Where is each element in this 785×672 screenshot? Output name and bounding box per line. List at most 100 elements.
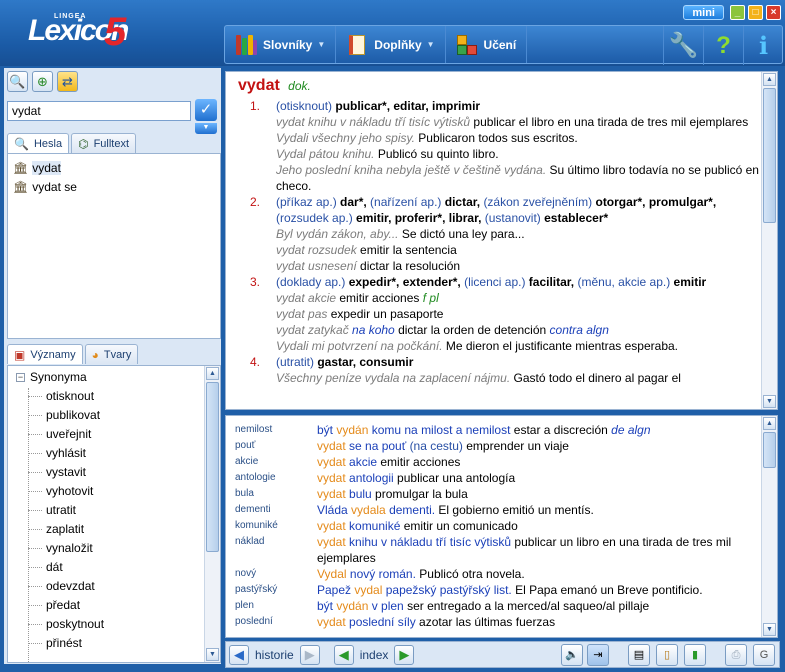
list-item[interactable]: 🏛 vydat se (8, 177, 220, 196)
collocation-row[interactable]: poslední vydat poslední síly azotar las ú… (235, 614, 760, 630)
tree-root-synonyma[interactable]: − Synonyma (16, 368, 203, 387)
mini-mode-button[interactable]: mini (683, 5, 724, 20)
tab-vyznamy[interactable]: ▣ Významy (7, 344, 83, 364)
collapse-icon[interactable]: − (16, 373, 25, 382)
collocation-row[interactable]: akcie vydat akcie emitir acciones (235, 454, 760, 470)
tree-item[interactable]: zaplatit (16, 520, 203, 539)
collocation-row[interactable]: dementi Vláda vydala dementi. El gobierno… (235, 502, 760, 518)
tree-item[interactable]: poskytnout (16, 615, 203, 634)
tree-item[interactable]: uveřejnit (16, 425, 203, 444)
scroll-thumb[interactable] (763, 432, 776, 468)
collocation-key[interactable]: poslední (235, 614, 317, 630)
collocation-key[interactable]: bula (235, 486, 317, 502)
scroll-down-icon[interactable]: ▼ (763, 395, 776, 408)
tab-tvary[interactable]: ◕ Tvary (84, 344, 139, 364)
collocation-text: vydat poslední síly azotar las últimas f… (317, 614, 760, 630)
search-options-dropdown[interactable]: ▼ (195, 123, 217, 134)
collocation-row[interactable]: pouť vydat se na pouť (na cestu) emprende… (235, 438, 760, 454)
entry-sense: 2. (příkaz ap.) dar*, (nařízení ap.) dict… (238, 194, 760, 274)
scroll-thumb[interactable] (206, 382, 219, 552)
collocation-row[interactable]: plen být vydán v plen ser entregado a la … (235, 598, 760, 614)
collocation-key[interactable]: pouť (235, 438, 317, 454)
entry-pane: vydat dok. 1. (otisknout) publicar*, edit… (225, 71, 778, 410)
tree-item[interactable]: publikovat (16, 406, 203, 425)
collocation-key[interactable]: nový (235, 566, 317, 582)
layout-2-icon[interactable]: ▯ (656, 644, 678, 666)
headword: vydat (238, 77, 280, 94)
tree-item[interactable]: vyhlásit (16, 444, 203, 463)
swap-direction-icon[interactable]: ⇄ (57, 71, 78, 92)
collocation-key[interactable]: pastýřský (235, 582, 317, 598)
collocation-key[interactable]: akcie (235, 454, 317, 470)
scroll-up-icon[interactable]: ▲ (763, 73, 776, 86)
sense-text: contra algn (549, 323, 609, 337)
tree-item[interactable]: předat (16, 596, 203, 615)
scroll-up-icon[interactable]: ▲ (206, 367, 219, 380)
collocation-row[interactable]: náklad vydat knihu v nákladu tří tisíc vý… (235, 534, 760, 566)
tab-fulltext[interactable]: ⌬ Fulltext (71, 133, 137, 153)
history-forward-icon[interactable]: ▶ (299, 644, 320, 665)
scroll-down-icon[interactable]: ▼ (206, 648, 219, 661)
dictionary-entry-icon: 🏛 (13, 160, 29, 175)
synonyms-scrollbar[interactable]: ▲ ▼ (204, 366, 220, 662)
search-input[interactable] (7, 101, 191, 121)
collocation-key[interactable]: plen (235, 598, 317, 614)
collocation-row[interactable]: nový Vydal nový román. Publicó otra novel… (235, 566, 760, 582)
scroll-up-icon[interactable]: ▲ (763, 417, 776, 430)
tree-item[interactable]: vystavit (16, 463, 203, 482)
tree-item[interactable]: vyhotovit (16, 482, 203, 501)
menu-uceni[interactable]: Učení (446, 26, 528, 63)
tree-item[interactable]: přinést (16, 634, 203, 653)
collocation-row[interactable]: nemilost být vydán komu na milost a nemil… (235, 422, 760, 438)
collocation-key[interactable]: nemilost (235, 422, 317, 438)
collocation-row[interactable]: antologie vydat antologii publicar una an… (235, 470, 760, 486)
collocation-row[interactable]: bula vydat bulu promulgar la bula (235, 486, 760, 502)
print-icon[interactable]: ⎙ (725, 644, 747, 666)
wrench-icon[interactable]: 🔧 (663, 26, 703, 65)
layout-3-icon[interactable]: ▮ (684, 644, 706, 666)
sense-text: dictar la orden de detención (394, 323, 550, 337)
menu-doplnky[interactable]: Doplňky ▼ (336, 26, 446, 63)
index-back-icon[interactable]: ◀ (333, 644, 354, 665)
maximize-button[interactable]: □ (748, 5, 763, 20)
collocations-scrollbar[interactable]: ▲ ▼ (761, 416, 777, 637)
books-icon (235, 34, 257, 56)
entry-scrollbar[interactable]: ▲ ▼ (761, 72, 777, 409)
tree-item[interactable]: otisknout (16, 387, 203, 406)
collocation-segment: být (317, 423, 337, 437)
history-back-icon[interactable]: ◀ (229, 644, 249, 665)
index-forward-icon[interactable]: ▶ (394, 644, 415, 665)
scroll-thumb[interactable] (763, 88, 776, 223)
info-icon[interactable]: i (743, 26, 783, 65)
help-icon[interactable]: ? (703, 26, 743, 65)
speaker-icon[interactable]: 🔈 (561, 644, 583, 666)
sense-line: Všechny peníze vydala na zaplacení nájmu… (276, 370, 760, 386)
collocation-segment: Publicó otra novela. (415, 567, 525, 581)
minimize-button[interactable]: _ (730, 5, 745, 20)
tree-item[interactable]: odevzdat (16, 577, 203, 596)
search-confirm-button[interactable]: ✓ (195, 99, 217, 121)
tree-item[interactable]: vynaložit (16, 539, 203, 558)
settings-g-icon[interactable]: G (753, 644, 775, 666)
collocation-row[interactable]: pastýřský Papež vydal papežský pastýřský … (235, 582, 760, 598)
tree-item[interactable]: dát (16, 558, 203, 577)
list-item[interactable]: 🏛 vydat (8, 158, 220, 177)
collocation-key[interactable]: dementi (235, 502, 317, 518)
sense-line: vydat rozsudek emitir la sentencia (276, 242, 760, 258)
layout-1-icon[interactable]: ▤ (628, 644, 650, 666)
collocation-segment: emprender un viaje (462, 439, 569, 453)
close-button[interactable]: × (766, 5, 781, 20)
menu-slovniky[interactable]: Slovníky ▼ (225, 26, 337, 63)
zoom-in-icon[interactable]: ⊕ (32, 71, 53, 92)
collocation-key[interactable]: náklad (235, 534, 317, 566)
link-mode-icon[interactable]: ⇥ (587, 644, 609, 666)
collocation-key[interactable]: antologie (235, 470, 317, 486)
collocation-segment: antologii (349, 471, 394, 485)
entry-content: vydat dok. 1. (otisknout) publicar*, edit… (226, 72, 760, 409)
tree-item[interactable]: utratit (16, 501, 203, 520)
collocation-row[interactable]: komuniké vydat komuniké emitir un comunic… (235, 518, 760, 534)
collocation-key[interactable]: komuniké (235, 518, 317, 534)
scroll-down-icon[interactable]: ▼ (763, 623, 776, 636)
search-zoom-icon[interactable]: 🔍 (7, 71, 28, 92)
tab-hesla[interactable]: 🔍 Hesla (7, 133, 70, 153)
